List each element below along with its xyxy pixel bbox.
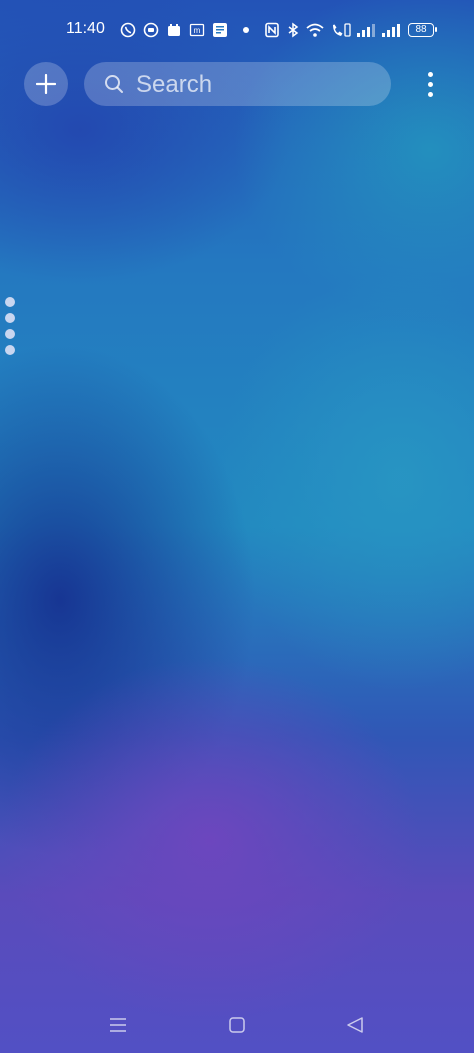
dot-icon [243, 27, 249, 33]
svg-text:m: m [194, 26, 201, 35]
clock-time: 11:40 [66, 20, 105, 37]
volte-icon [333, 23, 351, 37]
bluetooth-icon [288, 22, 299, 38]
page-dot [5, 313, 15, 323]
home-icon [229, 1017, 245, 1033]
search-bar[interactable]: Search [84, 62, 391, 106]
home-button[interactable] [225, 1013, 249, 1037]
page-dot [5, 329, 15, 339]
back-icon [347, 1017, 363, 1033]
recents-button[interactable] [106, 1013, 130, 1037]
notes-icon [213, 23, 227, 37]
wifi-icon [306, 23, 324, 37]
signal-icon-2 [382, 24, 400, 37]
chat-icon [143, 22, 159, 38]
navigation-bar [0, 1005, 474, 1045]
add-button[interactable] [24, 62, 68, 106]
signal-icon [357, 24, 375, 37]
status-bar: 11:40 m 88 [0, 16, 474, 46]
back-button[interactable] [343, 1013, 367, 1037]
search-placeholder: Search [136, 71, 213, 98]
nfc-icon [265, 22, 279, 38]
calendar-icon [168, 24, 180, 36]
more-options-button[interactable] [418, 68, 442, 100]
battery-indicator: 88 [408, 23, 437, 37]
m-app-icon: m [189, 23, 205, 37]
more-vertical-icon [427, 71, 433, 77]
page-indicator[interactable] [5, 297, 17, 355]
menu-icon [110, 1018, 126, 1032]
page-dot [5, 345, 15, 355]
page-dot [5, 297, 15, 307]
plus-icon [36, 74, 56, 94]
search-icon [105, 75, 123, 93]
whatsapp-icon [120, 22, 136, 38]
